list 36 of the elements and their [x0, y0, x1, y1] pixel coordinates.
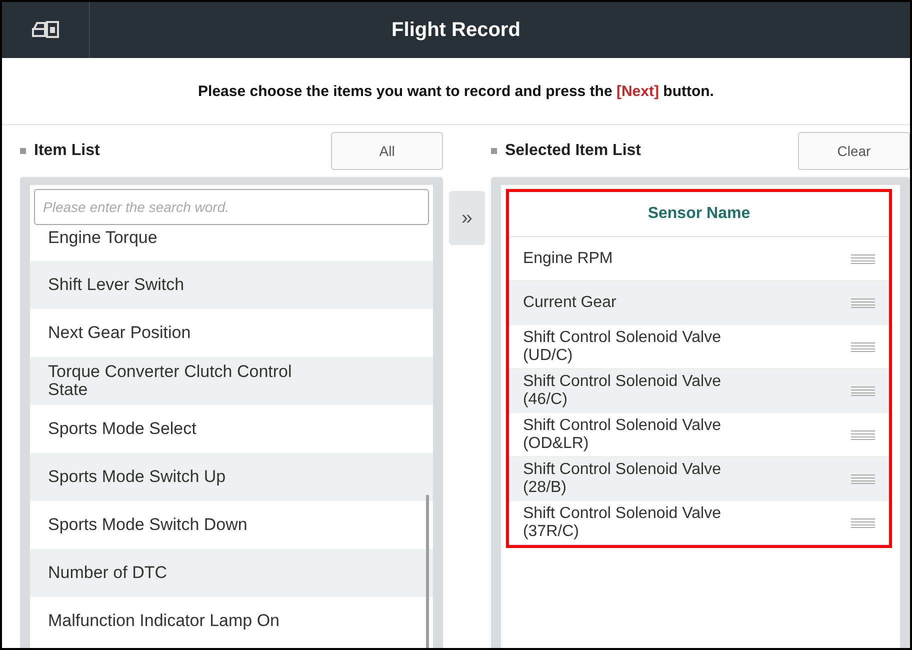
list-item[interactable]: Malfunction Indicator Lamp On — [30, 597, 434, 645]
list-item[interactable]: Next Gear Position — [30, 309, 434, 357]
bullet-icon — [20, 148, 26, 154]
sensor-name: Current Gear — [522, 294, 618, 312]
select-all-button[interactable]: All — [331, 132, 444, 170]
drag-handle-icon[interactable] — [851, 386, 875, 396]
list-item[interactable]: Engine Torque — [30, 227, 434, 261]
sensor-name: Engine RPM — [522, 250, 614, 268]
car-document-icon[interactable] — [32, 19, 60, 41]
list-item[interactable]: Shift Lever Switch — [30, 261, 434, 309]
sensor-name: Shift Control Solenoid Valve (UD/C) — [522, 328, 722, 364]
list-item[interactable]: Sports Mode Switch Down — [30, 501, 434, 549]
drag-handle-icon[interactable] — [851, 254, 875, 264]
clear-button[interactable]: Clear — [798, 132, 910, 170]
column-header: Sensor Name — [508, 192, 889, 237]
drag-handle-icon[interactable] — [851, 518, 875, 528]
scrollbar[interactable] — [426, 495, 430, 648]
instruction-text: Please choose the items you want to record and press the [Next] button. — [198, 82, 714, 100]
sensor-name: Shift Control Solenoid Valve (28/B) — [522, 460, 722, 496]
search-field[interactable]: Please enter the search word. — [34, 189, 430, 225]
sensor-name: Shift Control Solenoid Valve (OD&LR) — [522, 416, 722, 452]
sensor-name: Shift Control Solenoid Valve (46/C) — [522, 372, 722, 408]
window-title: Flight Record — [390, 18, 522, 42]
drag-handle-icon[interactable] — [851, 474, 875, 484]
list-item[interactable]: Torque Converter Clutch Control State — [30, 357, 434, 405]
move-button[interactable]: » — [448, 191, 485, 245]
sensor-name: Shift Control Solenoid Valve (37R/C) — [522, 504, 722, 540]
bullet-icon — [490, 148, 497, 154]
drag-handle-icon[interactable] — [851, 342, 875, 352]
list-item[interactable]: Sports Mode Select — [30, 405, 434, 453]
list-item[interactable]: Sports Mode Switch Up — [30, 453, 434, 501]
list-item[interactable]: Number of DTC — [30, 549, 434, 597]
selected-list-title: Selected Item List — [504, 142, 641, 160]
drag-handle-icon[interactable] — [851, 430, 875, 440]
item-list-title: Item List — [34, 142, 100, 160]
drag-handle-icon[interactable] — [851, 298, 875, 308]
